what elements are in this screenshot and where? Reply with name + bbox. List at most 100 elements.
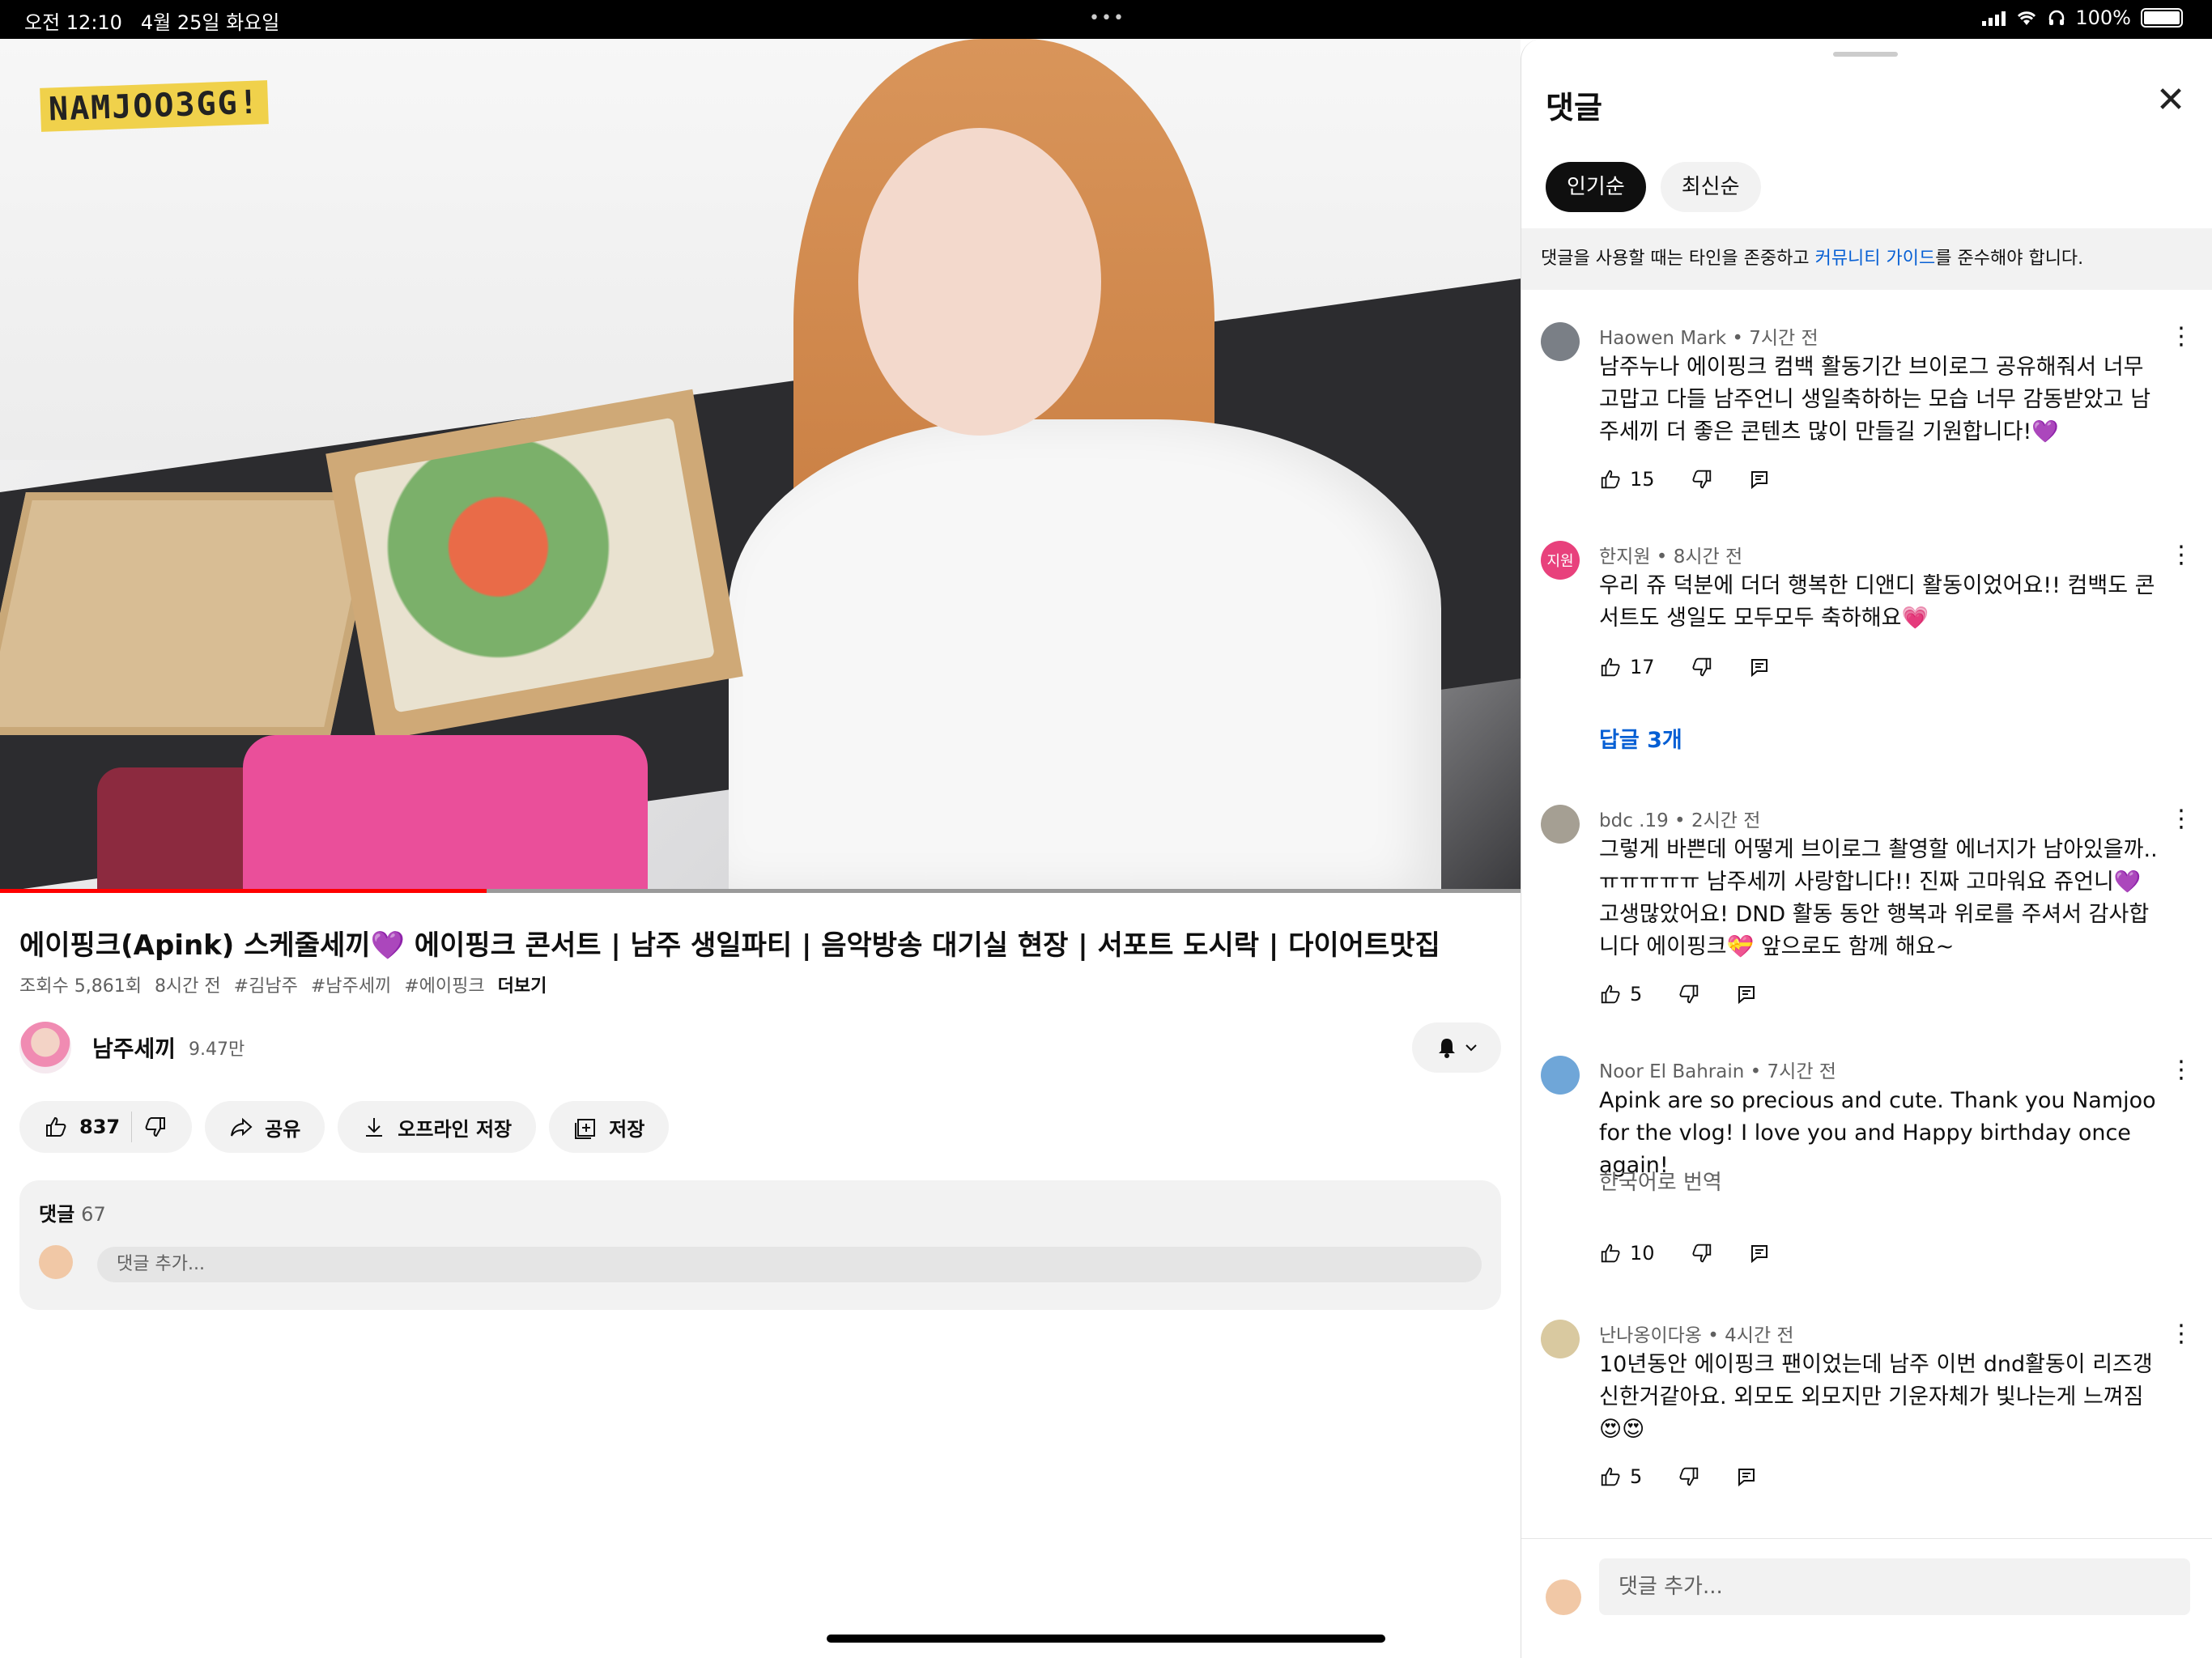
comment-like-button[interactable]: 15 bbox=[1599, 468, 1655, 491]
comment-dislike-button[interactable] bbox=[1691, 1242, 1713, 1265]
chip-top[interactable]: 인기순 bbox=[1546, 162, 1646, 212]
comment-time: 7시간 전 bbox=[1767, 1061, 1836, 1082]
comment-author[interactable]: Noor El Bahrain bbox=[1599, 1061, 1744, 1082]
reply-icon bbox=[1750, 471, 1767, 490]
comment-header: 한지원 • 8시간 전 bbox=[1599, 546, 1743, 568]
comment-like-button[interactable]: 17 bbox=[1599, 656, 1655, 678]
home-indicator[interactable] bbox=[827, 1635, 1385, 1643]
panel-grabber[interactable] bbox=[1833, 52, 1898, 57]
more-options-icon[interactable]: ⋮ bbox=[2169, 541, 2193, 569]
add-comment-input[interactable]: 댓글 추가... bbox=[1599, 1558, 2190, 1615]
upload-age: 8시간 전 bbox=[154, 976, 221, 997]
comments-preview[interactable]: 댓글 67 댓글 추가... bbox=[19, 1180, 1501, 1310]
comment-avatar[interactable] bbox=[1541, 1056, 1580, 1095]
comment-reply-button[interactable] bbox=[1749, 469, 1770, 490]
add-comment-input[interactable]: 댓글 추가... bbox=[97, 1247, 1482, 1282]
thumbs-up-icon bbox=[1601, 1467, 1620, 1486]
panel-title: 댓글 bbox=[1546, 90, 1602, 125]
hashtag[interactable]: #에이핑크 bbox=[404, 971, 484, 997]
comment-reply-button[interactable] bbox=[1749, 1243, 1770, 1264]
comment-actions: 17 bbox=[1599, 656, 1806, 678]
comment-like-count: 15 bbox=[1630, 468, 1655, 491]
thumbs-down-icon bbox=[1679, 1467, 1699, 1486]
channel-avatar[interactable] bbox=[19, 1022, 71, 1073]
wifi-icon bbox=[2018, 11, 2036, 25]
comment-dislike-button[interactable] bbox=[1691, 468, 1713, 491]
video-progress-bar[interactable] bbox=[0, 889, 1521, 893]
more-options-icon[interactable]: ⋮ bbox=[2169, 1320, 2193, 1348]
panel-add-comment-bar: 댓글 추가... bbox=[1521, 1538, 2212, 1658]
comment-author[interactable]: 난나옹이다옹 bbox=[1599, 1325, 1702, 1346]
bell-icon bbox=[1439, 1039, 1455, 1058]
comment-header: 난나옹이다옹 • 4시간 전 bbox=[1599, 1325, 1794, 1346]
reply-icon bbox=[1750, 1245, 1767, 1264]
video-frame-person-shirt bbox=[729, 419, 1441, 892]
thumbs-up-icon bbox=[1601, 984, 1620, 1004]
download-icon bbox=[366, 1118, 383, 1137]
comment-author[interactable]: bdc .19 bbox=[1599, 810, 1669, 831]
more-button[interactable]: 더보기 bbox=[498, 971, 547, 997]
chip-newest[interactable]: 최신순 bbox=[1660, 162, 1761, 212]
comment-dislike-button[interactable] bbox=[1678, 983, 1700, 1005]
video-frame-pink-bag bbox=[243, 735, 648, 892]
guide-text: 댓글을 사용할 때는 타인을 존중하고 bbox=[1541, 249, 1815, 269]
comment-avatar[interactable] bbox=[1541, 322, 1580, 361]
comment-reply-button[interactable] bbox=[1736, 984, 1757, 1005]
thumbs-up-icon bbox=[1601, 1244, 1620, 1263]
share-icon bbox=[231, 1117, 253, 1137]
user-avatar bbox=[39, 1245, 73, 1279]
thumbs-up-icon bbox=[46, 1116, 66, 1137]
community-guidelines-link[interactable]: 커뮤니티 가이드 bbox=[1815, 249, 1936, 269]
comment-like-button[interactable]: 10 bbox=[1599, 1242, 1655, 1265]
more-options-icon[interactable]: ⋮ bbox=[2169, 805, 2193, 833]
comment-author[interactable]: Haowen Mark bbox=[1599, 328, 1726, 349]
thumbs-down-icon bbox=[1691, 1244, 1711, 1263]
notification-bell-button[interactable] bbox=[1412, 1022, 1501, 1073]
share-label: 공유 bbox=[265, 1117, 301, 1141]
hashtag[interactable]: #김남주 bbox=[234, 971, 298, 997]
comment-actions: 5 bbox=[1599, 983, 1793, 1005]
comment-reply-button[interactable] bbox=[1749, 657, 1770, 678]
multitasking-dots[interactable]: ••• bbox=[1089, 8, 1125, 28]
comment-dislike-button[interactable] bbox=[1691, 656, 1713, 678]
hashtag[interactable]: #남주세끼 bbox=[311, 971, 391, 997]
comment-avatar[interactable] bbox=[1541, 805, 1580, 844]
thumbs-down-icon bbox=[1679, 984, 1699, 1004]
comment-avatar[interactable] bbox=[1541, 1320, 1580, 1358]
more-options-icon[interactable]: ⋮ bbox=[2169, 1056, 2193, 1084]
share-button[interactable]: 공유 bbox=[205, 1101, 325, 1153]
comment-actions: 5 bbox=[1599, 1465, 1793, 1488]
status-bar: 오전 12:10 4월 25일 화요일 ••• 100% bbox=[0, 0, 2212, 39]
download-button[interactable]: 오프라인 저장 bbox=[338, 1101, 537, 1153]
comments-label: 댓글 bbox=[39, 1203, 75, 1226]
divider bbox=[131, 1112, 133, 1142]
view-replies-button[interactable]: 답글 3개 bbox=[1599, 722, 1682, 754]
community-guidelines-notice: 댓글을 사용할 때는 타인을 존중하고 커뮤니티 가이드를 준수해야 합니다. bbox=[1521, 228, 2212, 290]
comment-author[interactable]: 한지원 bbox=[1599, 546, 1650, 568]
comment-text: 우리 쥬 덕분에 더더 행복한 디앤디 활동이었어요!! 컴백도 콘서트도 생일… bbox=[1599, 573, 2155, 631]
video-actions: 837 공유 오프라인 저장 저장 bbox=[19, 1101, 670, 1153]
comment-like-button[interactable]: 5 bbox=[1599, 1465, 1642, 1488]
comment-actions: 15 bbox=[1599, 468, 1806, 491]
channel-row: 남주세끼 9.47만 bbox=[19, 1022, 1501, 1073]
thumbs-down-icon[interactable] bbox=[143, 1115, 168, 1139]
close-icon[interactable]: ✕ bbox=[2153, 83, 2189, 120]
comment-like-count: 10 bbox=[1630, 1242, 1655, 1265]
comment-dislike-button[interactable] bbox=[1678, 1465, 1700, 1488]
status-indicators: 100% bbox=[1982, 6, 2183, 29]
video-player[interactable]: NAMJOO3GG! bbox=[0, 39, 1521, 892]
channel-name[interactable]: 남주세끼 bbox=[92, 1031, 176, 1064]
like-button[interactable]: 837 bbox=[44, 1115, 120, 1139]
comment-avatar[interactable]: 지원 bbox=[1541, 541, 1580, 580]
video-title[interactable]: 에이핑크(Apink) 스케줄세끼💜 에이핑크 콘서트 | 남주 생일파티 | … bbox=[19, 923, 1440, 963]
more-options-icon[interactable]: ⋮ bbox=[2169, 322, 2193, 351]
guide-text-suffix: 를 준수해야 합니다. bbox=[1935, 249, 2084, 269]
comments-panel: 댓글 ✕ 인기순 최신순 댓글을 사용할 때는 타인을 존중하고 커뮤니티 가이… bbox=[1521, 39, 2212, 1658]
comment-reply-button[interactable] bbox=[1736, 1466, 1757, 1487]
video-meta[interactable]: 조회수 5,861회 8시간 전 #김남주 #남주세끼 #에이핑크 더보기 bbox=[19, 971, 547, 997]
translate-button[interactable]: 한국어로 번역 bbox=[1599, 1166, 1722, 1196]
save-button[interactable]: 저장 bbox=[549, 1101, 670, 1153]
chevron-down-icon bbox=[1465, 1044, 1477, 1052]
save-playlist-icon bbox=[575, 1119, 596, 1139]
comment-like-button[interactable]: 5 bbox=[1599, 983, 1642, 1005]
